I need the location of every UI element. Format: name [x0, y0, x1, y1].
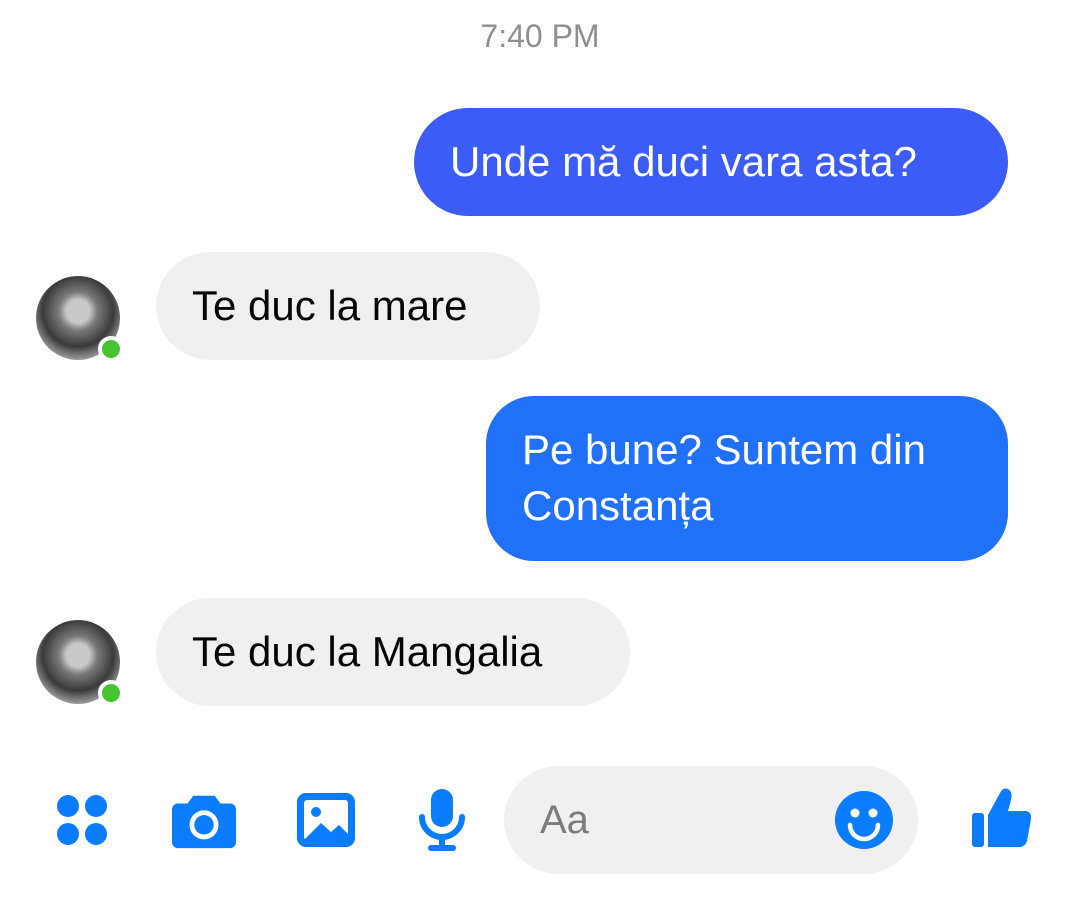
message-text: Te duc la mare — [192, 282, 468, 329]
online-status-dot — [98, 680, 124, 706]
incoming-message[interactable]: Te duc la Mangalia — [156, 598, 630, 706]
message-composer[interactable] — [504, 766, 918, 874]
camera-icon[interactable] — [172, 788, 236, 852]
online-status-dot — [98, 336, 124, 362]
thumbs-up-icon[interactable] — [966, 782, 1038, 854]
messenger-conversation: 7:40 PM Unde mă duci vara asta? Te duc l… — [0, 0, 1080, 916]
apps-grid-icon[interactable] — [50, 788, 114, 852]
message-timestamp: 7:40 PM — [480, 18, 600, 54]
message-text: Unde mă duci vara asta? — [450, 138, 917, 185]
message-text: Pe bune? Suntem din Constanța — [522, 426, 926, 529]
outgoing-message[interactable]: Unde mă duci vara asta? — [414, 108, 1008, 216]
outgoing-message[interactable]: Pe bune? Suntem din Constanța — [486, 396, 1008, 561]
microphone-icon[interactable] — [410, 788, 474, 852]
image-icon[interactable] — [294, 788, 358, 852]
incoming-message[interactable]: Te duc la mare — [156, 252, 540, 360]
contact-avatar[interactable] — [36, 620, 124, 706]
message-input[interactable] — [540, 790, 820, 850]
contact-avatar[interactable] — [36, 276, 124, 362]
message-text: Te duc la Mangalia — [192, 628, 543, 675]
emoji-icon[interactable] — [834, 790, 894, 850]
